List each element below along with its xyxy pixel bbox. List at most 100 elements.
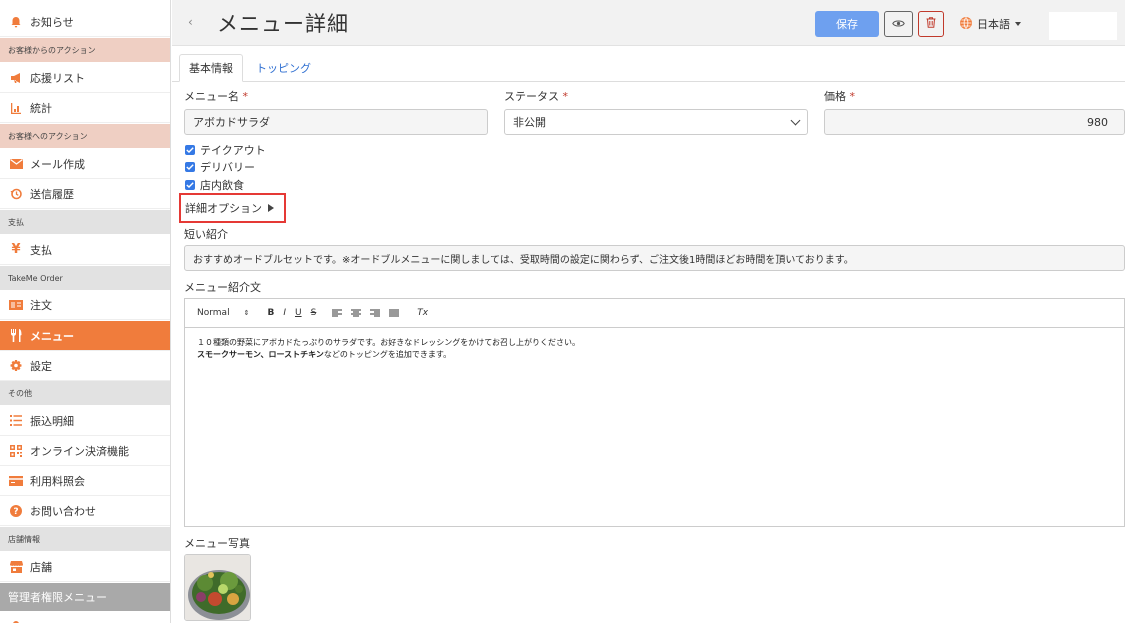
- checkbox-label: テイクアウト: [200, 144, 266, 157]
- takeout-checkbox[interactable]: テイクアウト: [185, 142, 266, 158]
- utensils-icon: [0, 329, 30, 342]
- align-center-icon: [351, 309, 362, 317]
- bold-button[interactable]: B: [267, 308, 274, 318]
- price-label: 価格 *: [824, 88, 855, 104]
- short-intro-label: 短い紹介: [184, 228, 228, 241]
- history-icon: [0, 188, 30, 200]
- sidebar-item-send-history[interactable]: 送信履歴: [0, 179, 170, 209]
- svg-text:?: ?: [13, 507, 18, 517]
- sidebar-item-label: 統計: [30, 101, 52, 115]
- sidebar-item-contact[interactable]: ? お問い合わせ: [0, 496, 170, 526]
- sidebar-item-orders[interactable]: 注文: [0, 290, 170, 320]
- editor-line: １０種類の野菜にアボカドたっぷりのサラダです。お好きなドレッシングをかけてお召し…: [197, 338, 580, 347]
- sidebar-item-payment[interactable]: ¥ 支払: [0, 235, 170, 265]
- back-chevron-icon[interactable]: ‹: [188, 15, 193, 29]
- question-circle-icon: ?: [0, 504, 30, 517]
- bold-text: スモークサーモン、ローストチキン: [197, 350, 324, 359]
- editor-line: スモークサーモン、ローストチキンなどのトッピングを追加できます。: [197, 349, 1112, 361]
- label-text: メニュー名: [184, 90, 239, 103]
- menu-photo[interactable]: [184, 554, 251, 621]
- menu-name-label: メニュー名 *: [184, 88, 248, 104]
- page-title: メニュー詳細: [217, 12, 349, 36]
- italic-button[interactable]: I: [283, 308, 286, 318]
- delete-button[interactable]: [918, 11, 944, 37]
- eye-icon: [892, 18, 905, 31]
- section-header-admin: 管理者権限メニュー: [0, 583, 170, 611]
- section-header-takeme: TakeMe Order: [0, 266, 170, 290]
- checkmark-icon: [185, 180, 195, 190]
- status-select[interactable]: 非公開: [504, 109, 808, 135]
- align-right-button[interactable]: [370, 309, 381, 317]
- sidebar-item-label: メール作成: [30, 157, 85, 171]
- sidebar-item-notice[interactable]: お知らせ: [0, 7, 170, 37]
- sidebar-item-store[interactable]: 店舗: [0, 552, 170, 582]
- language-selector[interactable]: 日本語: [960, 16, 1021, 32]
- plain-text: などのトッピングを追加できます。: [323, 350, 452, 359]
- tab-basic-info[interactable]: 基本情報: [179, 54, 243, 82]
- sidebar-item-mail-compose[interactable]: メール作成: [0, 149, 170, 179]
- label-text: 価格: [824, 90, 846, 103]
- salad-image: [185, 555, 250, 620]
- account-menu[interactable]: [1049, 12, 1117, 40]
- sidebar-item-label: お知らせ: [30, 15, 74, 29]
- sidebar-item-label: 振込明細: [30, 414, 74, 428]
- align-left-button[interactable]: [332, 309, 343, 317]
- sidebar-item-label: 送信履歴: [30, 187, 74, 201]
- delivery-checkbox[interactable]: デリバリー: [185, 159, 255, 175]
- advanced-options-label: 詳細オプション: [185, 202, 262, 215]
- preview-button[interactable]: [884, 11, 913, 37]
- sidebar-item-support-list[interactable]: 応援リスト: [0, 63, 170, 93]
- short-intro-input[interactable]: おすすめオードブルセットです。※オードブルメニューに関しましては、受取時間の設定…: [184, 245, 1125, 271]
- label-text: ステータス: [504, 90, 559, 103]
- sidebar-item-label: 設定: [30, 359, 52, 373]
- store-icon: [0, 560, 30, 573]
- save-button[interactable]: 保存: [815, 11, 879, 37]
- updown-icon: ⇕: [243, 309, 250, 317]
- section-header-to-customer: お客様へのアクション: [0, 124, 170, 148]
- bell-icon: [0, 16, 30, 28]
- required-mark: *: [849, 90, 856, 103]
- sidebar-item-label: 利用料照会: [30, 474, 85, 488]
- underline-button[interactable]: U: [295, 308, 302, 318]
- sidebar-item-label: 応援リスト: [30, 71, 85, 85]
- price-input[interactable]: 980: [824, 109, 1125, 135]
- editor-content[interactable]: １０種類の野菜にアボカドたっぷりのサラダです。お好きなドレッシングをかけてお召し…: [185, 328, 1124, 370]
- sidebar-item-transfer[interactable]: 振込明細: [0, 406, 170, 436]
- caret-right-icon: [268, 204, 274, 212]
- strike-button[interactable]: S: [311, 308, 317, 318]
- status-label: ステータス *: [504, 88, 568, 104]
- sidebar-item-label: オンライン決済機能: [30, 444, 129, 458]
- dine-in-checkbox[interactable]: 店内飲食: [185, 177, 244, 193]
- sidebar-item-online-pay[interactable]: オンライン決済機能: [0, 436, 170, 466]
- checkbox-label: デリバリー: [200, 161, 255, 174]
- tab-topping[interactable]: トッピング: [256, 54, 311, 82]
- sidebar-item-partial[interactable]: [0, 611, 170, 623]
- credit-card-icon: [0, 475, 30, 486]
- checkmark-icon: [185, 145, 195, 155]
- sidebar-item-menu[interactable]: メニュー: [0, 321, 170, 351]
- trash-icon: [926, 17, 936, 31]
- sidebar-item-settings[interactable]: 設定: [0, 351, 170, 381]
- advanced-options-toggle[interactable]: 詳細オプション: [179, 193, 286, 223]
- caret-down-icon: [1015, 22, 1021, 26]
- language-label: 日本語: [977, 18, 1010, 31]
- sidebar-item-stats[interactable]: 統計: [0, 93, 170, 123]
- sidebar-item-label: 支払: [30, 243, 52, 257]
- section-header-payment: 支払: [0, 210, 170, 234]
- align-center-button[interactable]: [351, 309, 362, 317]
- required-mark: *: [242, 90, 249, 103]
- envelope-icon: [0, 158, 30, 169]
- globe-icon: [960, 16, 972, 32]
- qrcode-icon: [0, 444, 30, 457]
- sidebar-item-fee-inquiry[interactable]: 利用料照会: [0, 466, 170, 496]
- user-icon: [0, 620, 30, 623]
- checkmark-icon: [185, 162, 195, 172]
- align-justify-icon: [389, 309, 400, 317]
- clear-format-button[interactable]: Tx: [417, 308, 428, 318]
- yen-icon: ¥: [11, 242, 21, 257]
- menu-name-input[interactable]: アボカドサラダ: [184, 109, 488, 135]
- format-select[interactable]: Normal ⇕: [197, 308, 249, 318]
- align-justify-button[interactable]: [389, 309, 400, 317]
- section-header-from-customer: お客様からのアクション: [0, 38, 170, 62]
- sidebar-item-label: メニュー: [30, 329, 74, 343]
